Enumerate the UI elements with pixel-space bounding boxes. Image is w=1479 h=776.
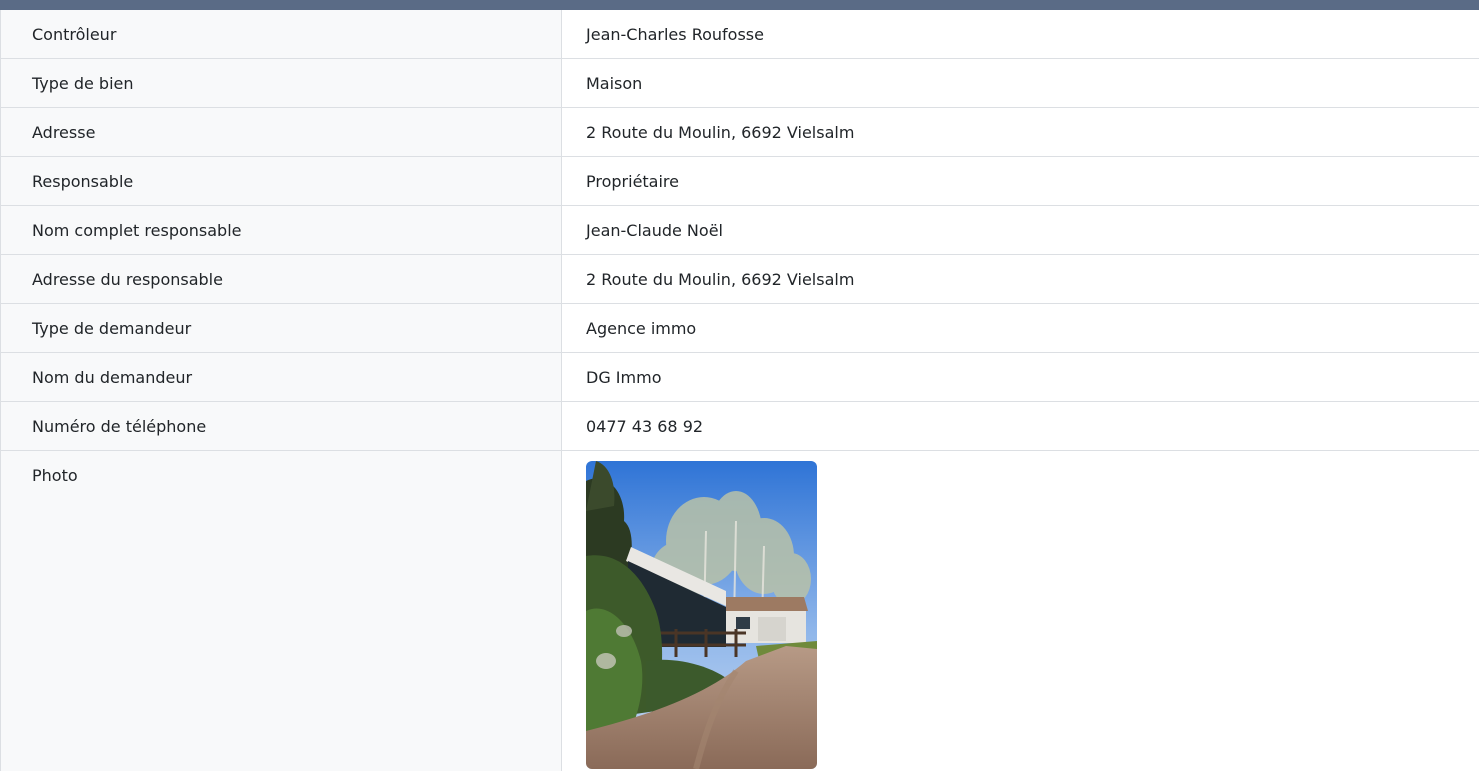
row-label: Numéro de téléphone (0, 402, 562, 450)
row-value: 0477 43 68 92 (586, 416, 704, 436)
row-label: Nom du demandeur (0, 353, 562, 401)
row-value: Maison (586, 73, 643, 93)
table-row: Contrôleur Jean-Charles Roufosse (0, 10, 1479, 59)
row-value: Propriétaire (586, 171, 679, 191)
header-bar (0, 0, 1479, 10)
row-value: Agence immo (586, 318, 697, 338)
row-label: Type de demandeur (0, 304, 562, 352)
table-row: Adresse 2 Route du Moulin, 6692 Vielsalm (0, 108, 1479, 157)
row-label: Responsable (0, 157, 562, 205)
table-row: Type de demandeur Agence immo (0, 304, 1479, 353)
row-label: Adresse (0, 108, 562, 156)
table-row: Numéro de téléphone 0477 43 68 92 (0, 402, 1479, 451)
row-value: Jean-Charles Roufosse (586, 24, 764, 44)
row-value: 2 Route du Moulin, 6692 Vielsalm (586, 269, 855, 289)
row-label: Adresse du responsable (0, 255, 562, 303)
table-row: Nom du demandeur DG Immo (0, 353, 1479, 402)
row-value: DG Immo (586, 367, 662, 387)
row-value (562, 451, 1479, 771)
house-photo[interactable] (586, 461, 817, 769)
table-row: Responsable Propriétaire (0, 157, 1479, 206)
table-row: Nom complet responsable Jean-Claude Noël (0, 206, 1479, 255)
table-row: Type de bien Maison (0, 59, 1479, 108)
row-label: Photo (0, 451, 562, 771)
details-table: Contrôleur Jean-Charles Roufosse Type de… (0, 10, 1479, 771)
table-row: Adresse du responsable 2 Route du Moulin… (0, 255, 1479, 304)
table-row-photo: Photo (0, 451, 1479, 771)
row-label: Contrôleur (0, 10, 562, 58)
row-value: Jean-Claude Noël (586, 220, 723, 240)
row-value: 2 Route du Moulin, 6692 Vielsalm (586, 122, 855, 142)
row-label: Type de bien (0, 59, 562, 107)
row-label: Nom complet responsable (0, 206, 562, 254)
